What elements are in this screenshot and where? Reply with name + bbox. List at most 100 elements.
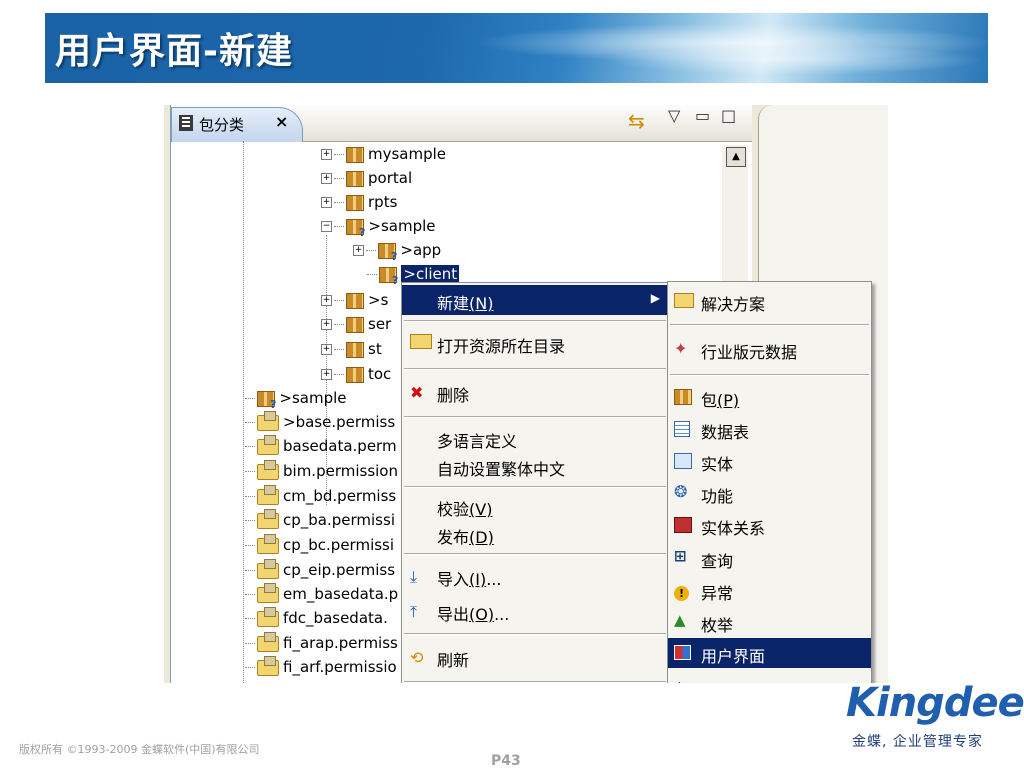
menu-item-package[interactable]: 包(P) xyxy=(668,382,871,412)
menu-item-label: 异常 xyxy=(701,584,734,603)
menu-item-label: 新建 xyxy=(437,294,470,313)
close-icon[interactable]: × xyxy=(275,112,288,131)
sync-icon[interactable]: ⇆ xyxy=(628,109,645,133)
tree-item[interactable]: cm_bd.permiss xyxy=(245,484,396,511)
package-icon xyxy=(346,366,364,383)
menu-item-mnemonic: (P) xyxy=(717,391,740,410)
new-submenu: 解决方案 ✦ 行业版元数据 包(P) 数据表 实体 ❂ 功能 实体关系 ⊞ 查询… xyxy=(667,281,872,683)
menu-item-entity-relation[interactable]: 实体关系 xyxy=(668,510,871,540)
tree-item-label: >sample xyxy=(368,217,436,235)
tree-item[interactable]: cp_ba.permissi xyxy=(245,508,395,535)
expand-icon[interactable]: + xyxy=(353,245,364,256)
open-folder-icon xyxy=(410,334,432,352)
menu-item-validate[interactable]: 校验(V) xyxy=(402,491,668,521)
menu-separator xyxy=(404,416,666,418)
vertical-scrollbar[interactable]: ▲ xyxy=(722,145,748,285)
menu-item-mnemonic: (D) xyxy=(469,528,494,547)
solution-folder-icon xyxy=(674,293,694,309)
tree-item[interactable]: cp_eip.permiss xyxy=(245,558,396,585)
tree-item-label: fdc_basedata. xyxy=(283,609,388,627)
menu-item-solution[interactable]: 解决方案 xyxy=(668,286,871,316)
tree-item[interactable]: + ser xyxy=(321,315,391,339)
menu-item-label: 导入 xyxy=(437,570,470,589)
menu-item-rule[interactable]: ◇ 规则 xyxy=(668,676,871,683)
menu-item-import[interactable]: ⤓ 导入(I)... xyxy=(402,561,668,591)
menu-item-open-dir[interactable]: 打开资源所在目录 xyxy=(402,328,668,358)
menu-item-query[interactable]: ⊞ 查询 xyxy=(668,543,871,573)
tree-item[interactable]: +? >app xyxy=(353,241,441,265)
view-tab-label: 包分类 xyxy=(199,116,245,134)
expand-icon[interactable]: + xyxy=(321,344,332,355)
expand-icon[interactable]: + xyxy=(321,369,332,380)
menu-item-multi-lang[interactable]: 多语言定义 xyxy=(402,423,668,453)
minimize-icon[interactable]: ▭ xyxy=(695,106,710,125)
menu-item-auto-traditional[interactable]: 自动设置繁体中文 xyxy=(402,451,668,481)
menu-item-ellipsis: ... xyxy=(486,570,502,589)
collapse-icon[interactable]: − xyxy=(321,221,332,232)
menu-item-entity[interactable]: 实体 xyxy=(668,446,871,476)
tree-item[interactable]: + rpts xyxy=(321,193,397,217)
menu-item-new[interactable]: 新建(N) ▶ xyxy=(402,285,668,315)
expand-icon[interactable]: + xyxy=(321,149,332,160)
menu-item-delete[interactable]: ✖ 删除 xyxy=(402,377,668,407)
expand-icon[interactable]: + xyxy=(321,173,332,184)
expand-icon[interactable]: + xyxy=(321,319,332,330)
menu-item-function[interactable]: ❂ 功能 xyxy=(668,478,871,508)
tree-item[interactable]: em_basedata.p xyxy=(245,582,399,609)
menu-item-exception[interactable]: ! 异常 xyxy=(668,575,871,605)
tree-item-label: em_basedata.p xyxy=(283,585,399,603)
menu-item-industry-metadata[interactable]: ✦ 行业版元数据 xyxy=(668,334,871,364)
tree-item-label: >base.permiss xyxy=(283,413,396,431)
tree-item-label: toc xyxy=(368,365,392,383)
tree-item[interactable]: + mysample xyxy=(321,145,446,169)
menu-item-label: 数据表 xyxy=(701,423,750,442)
menu-item-user-interface[interactable]: 用户界面 xyxy=(668,638,871,668)
tree-item-label: cp_eip.permiss xyxy=(283,561,396,579)
folder-icon xyxy=(257,582,279,603)
menu-separator xyxy=(404,633,666,635)
tree-item[interactable]: bim.permission xyxy=(245,459,398,486)
refresh-icon: ⟲ xyxy=(410,648,424,667)
view-tab[interactable]: 包分类 × xyxy=(171,107,303,142)
package-icon xyxy=(346,292,364,309)
menu-item-export[interactable]: ⤒ 导出(O)... xyxy=(402,596,668,626)
view-menu-icon[interactable]: ▽ xyxy=(668,106,680,125)
brand-logo: Kingdee xyxy=(846,680,1024,726)
submenu-arrow-icon: ▶ xyxy=(650,291,660,305)
tree-item[interactable]: fi_arf.permissio xyxy=(245,655,397,682)
tree-item[interactable]: fdc_basedata. xyxy=(245,606,388,633)
expand-icon[interactable]: + xyxy=(321,197,332,208)
tree-item[interactable]: fi_arap.permiss xyxy=(245,631,398,658)
maximize-icon[interactable]: □ xyxy=(721,106,736,125)
tree-item[interactable]: + st xyxy=(321,340,382,364)
tree-item[interactable]: ? >sample xyxy=(245,389,347,413)
menu-item-refresh[interactable]: ⟲ 刷新 xyxy=(402,642,668,672)
scroll-up-icon[interactable]: ▲ xyxy=(726,147,746,167)
menu-item-enum[interactable]: ▲ 枚举 xyxy=(668,607,871,637)
tree-item-label: ser xyxy=(368,315,392,333)
tree-item[interactable]: + >s xyxy=(321,291,388,315)
menu-item-label: 校验 xyxy=(437,500,470,519)
folder-icon xyxy=(257,484,279,505)
menu-item-data-table[interactable]: 数据表 xyxy=(668,414,871,444)
menu-item-label: 实体关系 xyxy=(701,519,766,538)
tree-item[interactable]: + portal xyxy=(321,169,412,193)
menu-item-label: 实体 xyxy=(701,455,734,474)
menu-item-label: 打开资源所在目录 xyxy=(437,337,566,356)
menu-item-mnemonic: (O) xyxy=(469,605,495,624)
tree-item[interactable]: cp_bc.permissi xyxy=(245,533,394,560)
package-icon xyxy=(674,389,692,405)
tree-item[interactable]: + toc xyxy=(321,365,391,389)
menu-separator xyxy=(404,368,666,370)
menu-item-label: 功能 xyxy=(701,487,734,506)
tree-item-label: >sample xyxy=(279,389,347,407)
tree-item[interactable]: >base.permiss xyxy=(245,410,396,437)
ide-screenshot: 包分类 × ⇆ ▽ ▭ □ ▲ + mysample + portal + rpts … xyxy=(164,105,888,683)
tree-item[interactable]: −? >sample xyxy=(321,217,436,241)
entity-relation-icon xyxy=(674,517,692,533)
menu-item-publish[interactable]: 发布(D) xyxy=(402,519,668,549)
tree-item[interactable]: basedata.perm xyxy=(245,434,397,461)
tree-item-label: bim.permission xyxy=(283,462,398,480)
expand-icon[interactable]: + xyxy=(321,295,332,306)
rule-icon: ◇ xyxy=(674,679,692,683)
